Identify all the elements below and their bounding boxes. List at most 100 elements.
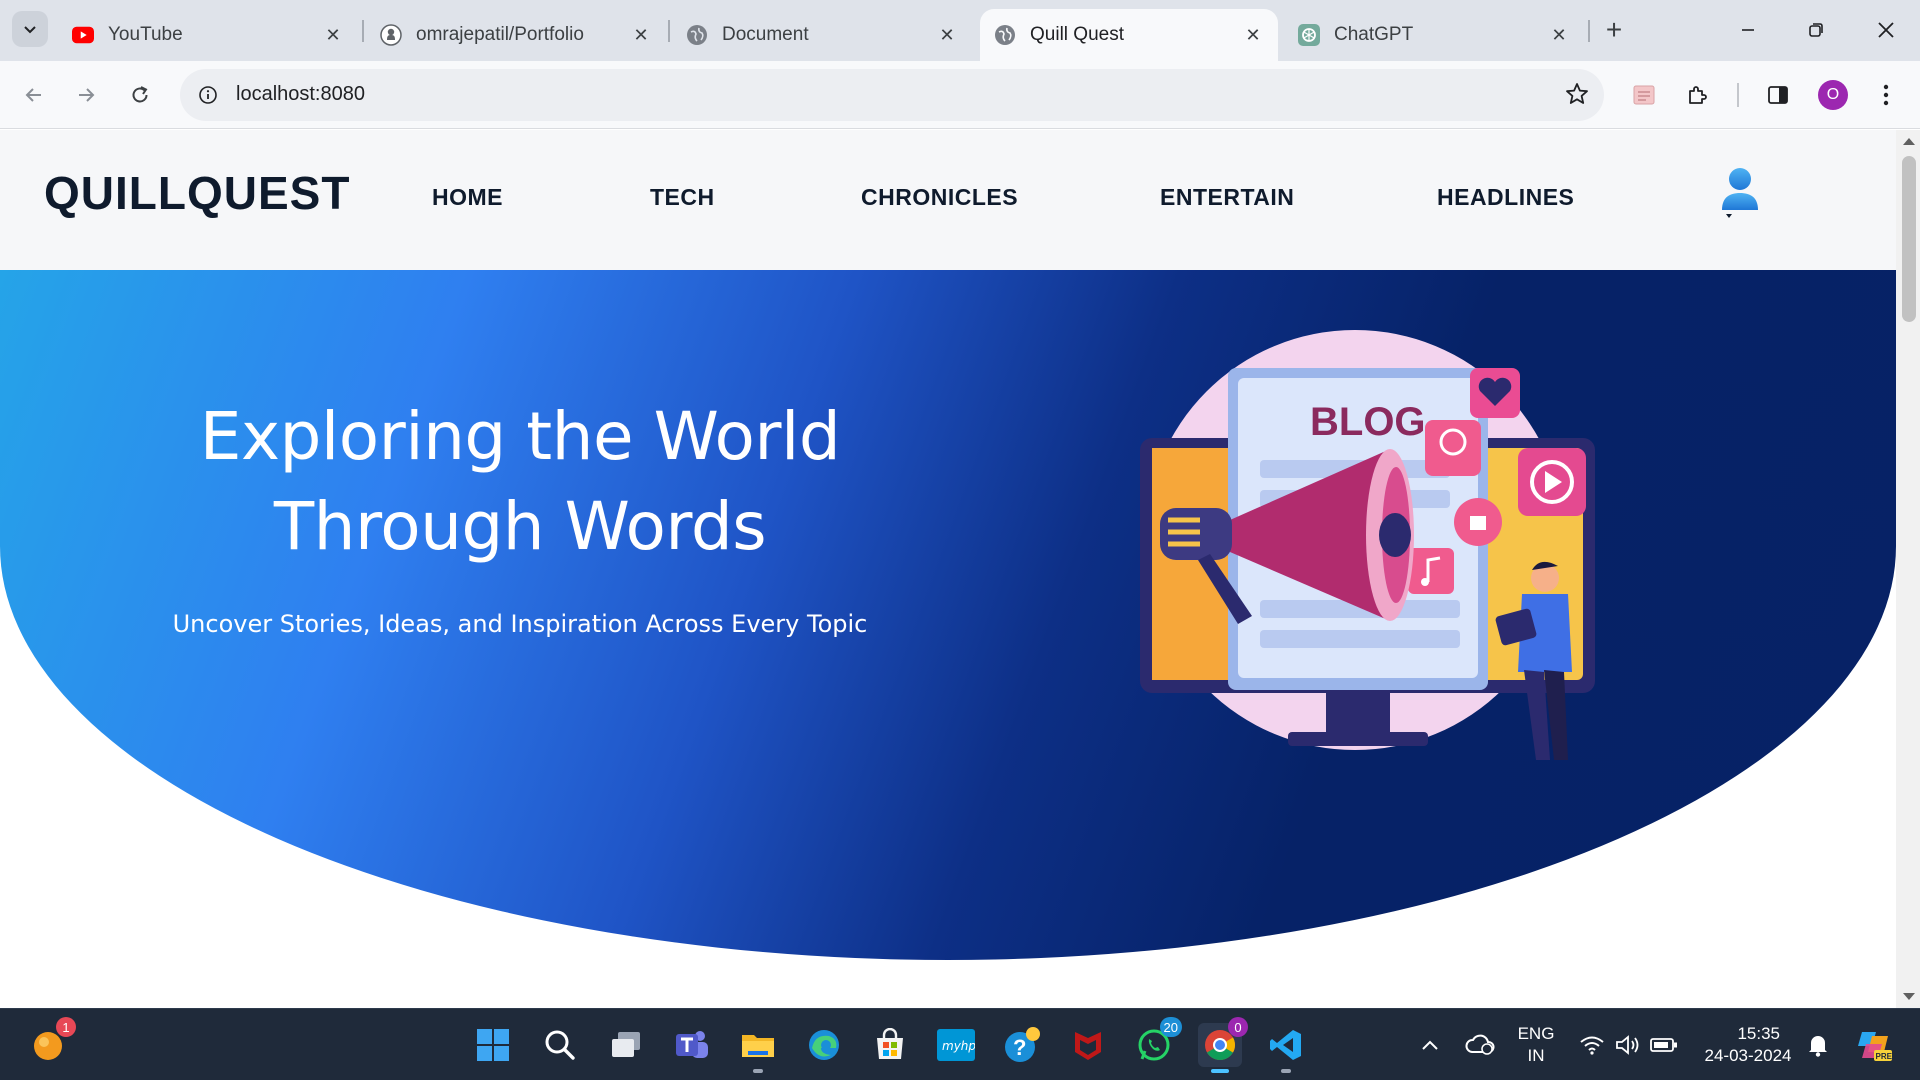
site-info-icon[interactable] (192, 79, 224, 111)
notification-app-icon[interactable]: 1 (26, 1017, 76, 1067)
myhp-icon[interactable]: myhp (934, 1023, 978, 1067)
teams-icon[interactable] (670, 1023, 714, 1067)
scrollbar-thumb[interactable] (1902, 156, 1916, 322)
search-icon[interactable] (538, 1023, 582, 1067)
site-header: QUILLQUEST HOME TECH CHRONICLES ENTERTAI… (0, 130, 1896, 270)
browser-tab-strip: YouTube ✕ omrajepatil/Portfolio ✕ Docume… (0, 0, 1920, 61)
tab-youtube[interactable]: YouTube ✕ (58, 9, 358, 61)
notification-badge: 1 (56, 1017, 76, 1037)
minimize-button[interactable] (1720, 10, 1776, 50)
close-icon (1878, 22, 1894, 38)
active-indicator (1211, 1069, 1229, 1073)
tab-title: omrajepatil/Portfolio (416, 24, 584, 45)
clock-date: 24-03-2024 (1704, 1046, 1792, 1065)
nav-home[interactable]: HOME (432, 184, 503, 211)
restore-icon (1809, 23, 1823, 37)
microsoft-store-icon[interactable] (868, 1023, 912, 1067)
running-indicator (1281, 1069, 1291, 1073)
page-viewport: QUILLQUEST HOME TECH CHRONICLES ENTERTAI… (0, 130, 1920, 1008)
windows-taskbar: 1 myhp ? 20 0 ENG IN 15:35 24-03-2024 PR… (0, 1008, 1920, 1080)
copilot-icon[interactable]: PRE (1852, 1023, 1896, 1067)
edge-icon[interactable] (802, 1023, 846, 1067)
scroll-up-arrow-icon[interactable] (1903, 138, 1915, 145)
chrome-profile-badge: 0 (1228, 1017, 1248, 1037)
extensions-puzzle-icon[interactable] (1678, 75, 1718, 115)
reload-button[interactable] (120, 75, 160, 115)
tab-quill-quest[interactable]: Quill Quest ✕ (980, 9, 1278, 61)
mcafee-icon[interactable] (1066, 1023, 1110, 1067)
nav-entertain[interactable]: ENTERTAIN (1160, 184, 1294, 211)
page-scrollbar[interactable] (1896, 130, 1920, 1008)
close-tab-icon[interactable]: ✕ (1242, 24, 1264, 46)
nav-chronicles[interactable]: CHRONICLES (861, 184, 1018, 211)
clock-time: 15:35 (1737, 1024, 1780, 1043)
language-indicator[interactable]: ENG IN (1508, 1023, 1564, 1067)
tab-document[interactable]: Document ✕ (672, 9, 972, 61)
github-icon (380, 24, 402, 46)
battery-icon[interactable] (1642, 1023, 1686, 1067)
minimize-icon (1742, 29, 1754, 31)
close-tab-icon[interactable]: ✕ (630, 24, 652, 46)
back-button[interactable] (14, 75, 54, 115)
running-indicator (753, 1069, 763, 1073)
url-text[interactable]: localhost:8080 (236, 83, 365, 106)
region-code: IN (1527, 1046, 1545, 1065)
show-hidden-icons-chevron-up-icon[interactable] (1408, 1023, 1452, 1067)
task-view-icon[interactable] (604, 1023, 648, 1067)
user-account-icon[interactable] (1718, 166, 1762, 224)
notification-bell-icon[interactable] (1796, 1023, 1840, 1067)
close-window-button[interactable] (1858, 10, 1914, 50)
tab-divider (668, 20, 670, 42)
start-windows-icon[interactable] (471, 1023, 515, 1067)
close-tab-icon[interactable]: ✕ (1548, 24, 1570, 46)
new-tab-button[interactable]: + (1598, 14, 1630, 46)
side-panel-icon[interactable] (1758, 75, 1798, 115)
blog-megaphone-illustration: BLOG (1140, 320, 1610, 780)
bookmark-star-icon[interactable] (1564, 81, 1590, 112)
clock[interactable]: 15:35 24-03-2024 (1698, 1023, 1798, 1067)
chrome-icon[interactable]: 0 (1198, 1017, 1248, 1073)
blog-label: BLOG (1310, 400, 1426, 444)
tab-title: Document (722, 24, 809, 45)
tab-title: ChatGPT (1334, 24, 1414, 45)
browser-toolbar: localhost:8080 O (0, 61, 1920, 129)
chatgpt-icon (1298, 24, 1320, 46)
profile-avatar[interactable]: O (1818, 80, 1848, 110)
svg-text:?: ? (1013, 1035, 1026, 1060)
globe-icon (686, 24, 708, 46)
youtube-icon (72, 24, 94, 46)
whatsapp-icon[interactable]: 20 (1132, 1017, 1182, 1067)
myhp-label: myhp (942, 1039, 975, 1053)
more-menu-icon[interactable] (1866, 75, 1906, 115)
file-explorer-icon[interactable] (736, 1023, 780, 1073)
nav-headlines[interactable]: HEADLINES (1437, 184, 1574, 211)
arrow-left-icon (25, 88, 41, 102)
vscode-icon[interactable] (1264, 1023, 1308, 1073)
tab-title: YouTube (108, 24, 183, 45)
copilot-pre-label: PRE (1876, 1052, 1893, 1061)
tab-divider (362, 20, 364, 42)
reload-icon (132, 86, 148, 103)
hero-subtitle: Uncover Stories, Ideas, and Inspiration … (172, 610, 868, 638)
restore-button[interactable] (1788, 10, 1844, 50)
close-tab-icon[interactable]: ✕ (936, 24, 958, 46)
tab-github[interactable]: omrajepatil/Portfolio ✕ (366, 9, 666, 61)
tab-divider (1588, 20, 1590, 42)
hero-title-line: Through Words (273, 488, 767, 565)
address-bar[interactable]: localhost:8080 (180, 69, 1604, 121)
tab-chatgpt[interactable]: ChatGPT ✕ (1284, 9, 1584, 61)
extension-app-icon[interactable] (1624, 75, 1664, 115)
hero-title-line: Exploring the World (199, 398, 841, 475)
chevron-down-icon (24, 26, 36, 34)
close-tab-icon[interactable]: ✕ (322, 24, 344, 46)
language-code: ENG (1517, 1024, 1555, 1043)
forward-button[interactable] (66, 75, 106, 115)
get-help-icon[interactable]: ? (1000, 1023, 1044, 1067)
plus-icon: + (1605, 14, 1623, 45)
site-logo[interactable]: QUILLQUEST (44, 166, 350, 220)
nav-tech[interactable]: TECH (650, 184, 715, 211)
onedrive-cloud-icon[interactable] (1458, 1023, 1502, 1067)
tab-title: Quill Quest (1030, 24, 1124, 45)
tab-search-button[interactable] (12, 11, 48, 47)
scroll-down-arrow-icon[interactable] (1903, 993, 1915, 1000)
